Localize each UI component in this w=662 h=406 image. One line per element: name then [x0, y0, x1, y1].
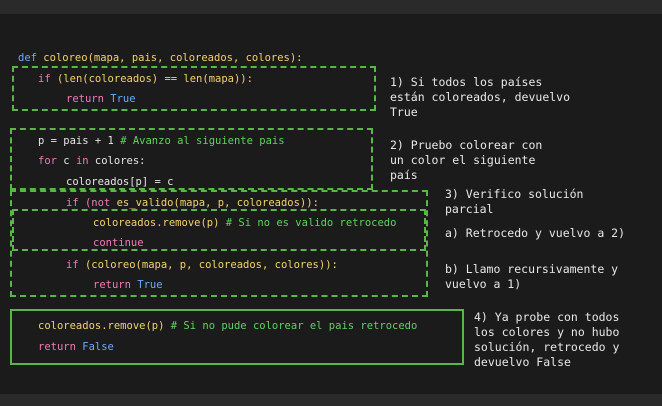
box-step2-try-color — [10, 128, 373, 190]
def-line: def coloreo(mapa, pais, coloreados, colo… — [18, 52, 303, 65]
top-bar — [0, 0, 662, 14]
note-step3a: a) Retrocedo y vuelvo a 2) — [445, 226, 626, 240]
bottom-bar — [0, 394, 662, 406]
def-keyword: def — [18, 52, 37, 64]
note-step2: 2) Pruebo colorear con un color el sigui… — [390, 138, 543, 182]
function-name: coloreo — [43, 52, 88, 64]
note-step3: 3) Verifico solución parcial — [445, 187, 584, 216]
def-params: (mapa, pais, coloreados, colores): — [87, 52, 303, 64]
box-step1-check-all — [12, 66, 376, 111]
note-step4: 4) Ya probe con todos los colores y no h… — [474, 310, 620, 369]
note-step3b: b) Llamo recursivamente y vuelvo a 1) — [445, 262, 619, 291]
note-step1: 1) Si todos los países están coloreados,… — [390, 75, 571, 119]
box-step3a-backtrack — [12, 209, 426, 251]
box-step4-exhausted — [10, 309, 464, 365]
